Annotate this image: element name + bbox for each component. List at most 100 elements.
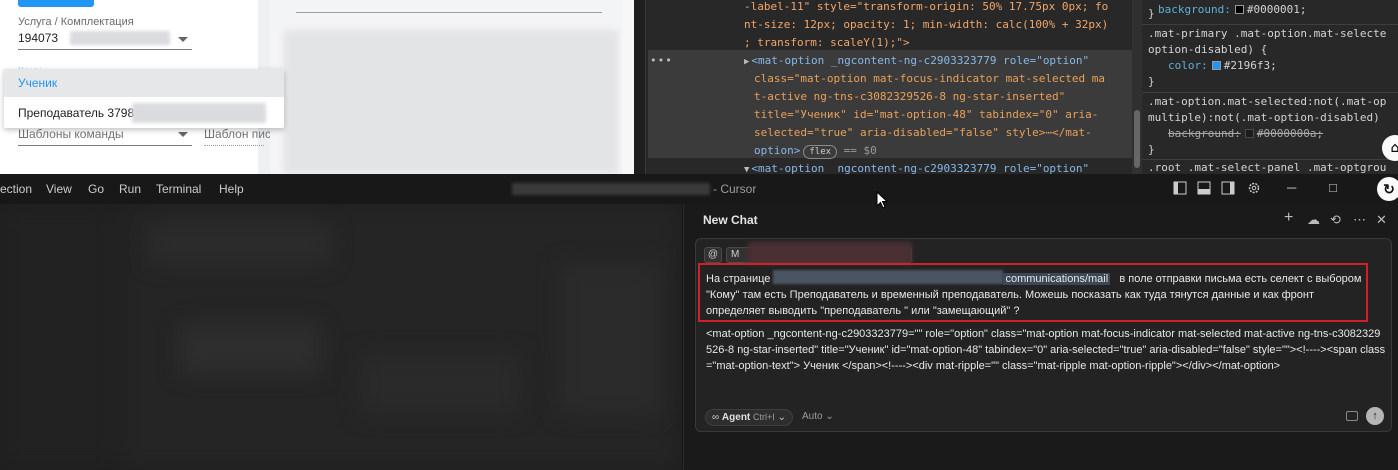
styles-pane: background: #0000001; } .mat-primary .mat…: [1142, 0, 1398, 174]
redacted-teacher-name: [132, 103, 266, 123]
editor-area-redacted: [0, 204, 682, 470]
dom-node-selected[interactable]: ▶ <mat-option _ngcontent-ng-c2903323779 r…: [744, 52, 1089, 70]
toggle-panel-icon[interactable]: [1197, 181, 1211, 195]
field-underline: [18, 145, 192, 146]
style-rule-line-overridden: background: #0000000a;: [1168, 126, 1323, 142]
redacted-window-title: [512, 183, 710, 195]
image-attach-icon[interactable]: [1346, 411, 1358, 421]
dom-line-end: option> flex == $0: [754, 142, 877, 160]
scrollbar[interactable]: [622, 0, 634, 174]
toggle-secondary-sidebar-icon[interactable]: [1221, 181, 1235, 195]
flex-badge[interactable]: flex: [803, 145, 838, 159]
close-chat-icon[interactable]: ✕: [1376, 212, 1387, 228]
service-field-value[interactable]: 194073: [18, 31, 58, 45]
send-button[interactable]: ↑: [1366, 407, 1384, 425]
menu-terminal[interactable]: Terminal: [156, 182, 201, 196]
add-chat-icon[interactable]: +: [1284, 209, 1293, 227]
history-icon[interactable]: ⟲: [1330, 212, 1341, 228]
menu-selection[interactable]: ection: [0, 182, 32, 196]
dom-line: t-active ng-tns-c3082329526-8 ng-star-in…: [754, 90, 1066, 103]
model-selector[interactable]: Auto ⌄: [802, 411, 834, 422]
redacted-url: [773, 270, 1004, 284]
redacted-context: [748, 242, 912, 264]
expand-triangle-icon[interactable]: ▶: [744, 53, 749, 71]
chevron-down-icon[interactable]: [178, 37, 188, 42]
dollar-zero: == $0: [843, 144, 877, 157]
settings-gear-icon[interactable]: [1247, 181, 1261, 195]
dom-line: class="mat-option mat-focus-indicator ma…: [754, 72, 1105, 85]
css-selector: .root .mat-select-panel .mat-optgrou: [1148, 161, 1387, 174]
title-bar: ection View Go Run Terminal Help - Curso…: [0, 174, 1398, 204]
rule-separator: [1142, 92, 1398, 93]
service-field-label: Услуга / Комплектация: [18, 16, 134, 28]
field-underline: [18, 49, 192, 50]
devtools-panel: -label-11" style="transform-origin: 50% …: [634, 0, 1398, 174]
chat-panel: New Chat + ☁ ⟲ ⋯ ✕ @ M На странице commu…: [683, 204, 1398, 470]
letter-template-field[interactable]: Шаблон пис: [204, 127, 271, 141]
more-dots-icon[interactable]: •••: [650, 54, 673, 67]
style-rule-line: background: #0000001;: [1158, 2, 1306, 18]
agent-mode-selector[interactable]: ∞ Agent Ctrl+I ⌄: [705, 409, 793, 426]
brace: }: [1148, 75, 1155, 88]
field-dotted-underline: [204, 145, 264, 146]
color-swatch-icon[interactable]: [1244, 129, 1254, 138]
color-swatch-icon[interactable]: [1211, 61, 1221, 70]
option-student[interactable]: Ученик: [4, 69, 284, 97]
css-value: #0000000a;: [1256, 127, 1324, 140]
menu-go[interactable]: Go: [88, 182, 104, 196]
window-title-suffix: - Cursor: [713, 182, 757, 196]
model-label: Auto: [802, 411, 823, 422]
more-icon[interactable]: ⋯: [1353, 212, 1366, 228]
pasted-html-snippet: <mat-option _ngcontent-ng-c2903323779=""…: [706, 328, 1386, 372]
collapse-triangle-icon[interactable]: ▼: [744, 161, 749, 174]
css-selector: .mat-option.mat-selected:not(.mat-op: [1148, 95, 1387, 108]
recipient-dropdown-panel: Ученик Преподаватель 3798: [4, 69, 284, 128]
context-chip-label: M: [731, 249, 740, 260]
agent-label: Agent: [721, 412, 751, 423]
css-property: background:: [1158, 3, 1231, 16]
message-url: communications/mail: [1003, 273, 1111, 285]
dom-line: nt-size: 12px; opacity: 1; min-width: ca…: [744, 18, 1109, 31]
rule-separator: [1142, 24, 1398, 25]
user-message: На странице communications/mail в поле о…: [706, 270, 1376, 319]
minimize-icon[interactable]: ─: [1287, 180, 1296, 195]
maximize-icon[interactable]: □: [1329, 180, 1337, 195]
chat-composer[interactable]: @ M На странице communications/mail в по…: [695, 238, 1392, 432]
elements-scrollbar-thumb[interactable]: [1134, 110, 1140, 168]
screen: Услуга / Комплектация 194073 Кому Шаблон…: [0, 0, 1398, 470]
toggle-primary-sidebar-icon[interactable]: [1173, 181, 1187, 195]
color-swatch-icon[interactable]: [1234, 5, 1244, 14]
menu-run[interactable]: Run: [119, 182, 141, 196]
chevron-down-icon[interactable]: [178, 132, 188, 137]
agent-shortcut: Ctrl+I: [753, 412, 775, 422]
css-selector: .mat-primary .mat-option.mat-selecte: [1148, 27, 1387, 40]
dom-node[interactable]: ▼ <mat-option _ngcontent-ng-c2903323779 r…: [744, 160, 1089, 174]
dom-line: option>: [754, 144, 801, 157]
browser-page: Услуга / Комплектация 194073 Кому Шаблон…: [0, 0, 634, 174]
divider: [296, 12, 602, 13]
team-templates-select[interactable]: Шаблоны команды: [18, 127, 124, 141]
css-value: #0000001;: [1246, 3, 1307, 16]
brace: }: [1148, 143, 1155, 156]
menu-help[interactable]: Help: [219, 182, 244, 196]
dom-line: selected="true" aria-disabled="false" st…: [754, 126, 1092, 139]
redacted-content: [284, 30, 618, 174]
mouse-pointer-icon: [876, 191, 888, 209]
css-selector: option-disabled) {: [1148, 43, 1268, 56]
style-rule-line: color: #2196f3;: [1168, 58, 1277, 74]
primary-button[interactable]: [18, 0, 94, 7]
css-property: color:: [1168, 59, 1208, 72]
dom-line: ; transform: scaleY(1);">: [744, 36, 910, 49]
dom-line: title="Ученик" id="mat-option-48" tabind…: [754, 108, 1099, 121]
menu-view[interactable]: View: [46, 182, 72, 196]
dom-line: -label-11" style="transform-origin: 50% …: [744, 0, 1109, 13]
redacted-value: [70, 31, 170, 45]
brace: }: [1148, 7, 1155, 20]
cursor-ide-window: ection View Go Run Terminal Help - Curso…: [0, 174, 1398, 470]
refresh-icon[interactable]: ↻: [1377, 177, 1398, 201]
dom-line: <mat-option _ngcontent-ng-c2903323779 ro…: [751, 162, 1090, 174]
mention-button[interactable]: @: [704, 247, 722, 263]
cloud-icon[interactable]: ☁: [1307, 212, 1320, 228]
dom-line: <mat-option _ngcontent-ng-c2903323779 ro…: [751, 54, 1090, 67]
devtools-gutter: [634, 0, 646, 174]
